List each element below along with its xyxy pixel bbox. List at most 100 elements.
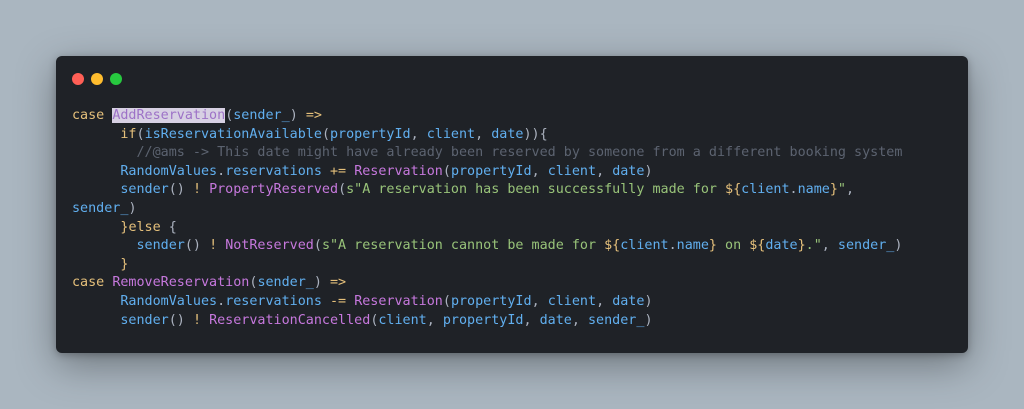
code-token: else (128, 219, 161, 235)
code-token: RandomValues (120, 293, 218, 309)
code-token: sender_ (257, 275, 314, 291)
code-token: ." (805, 238, 822, 254)
code-token: isReservationAvailable (144, 126, 322, 142)
code-token: sender_ (837, 238, 895, 254)
code-token: -= (330, 293, 347, 309)
code-token: , (845, 182, 855, 198)
code-token: s"A reservation cannot be made for (321, 238, 605, 254)
code-token: PropertyReserved (209, 182, 339, 198)
code-token: , (523, 312, 540, 328)
code-token: ) (289, 108, 306, 123)
code-token: propertyId (442, 312, 524, 328)
code-token: , (475, 126, 492, 142)
code-token: Reservation (354, 163, 443, 179)
code-token: client (426, 126, 476, 142)
code-token: () (168, 312, 193, 328)
code-token: , (426, 312, 443, 328)
minimize-dot-icon[interactable] (91, 73, 103, 85)
code-token: ( (442, 293, 451, 309)
code-token: client (378, 312, 427, 328)
code-token: ( (338, 182, 347, 198)
code-token: , (571, 312, 588, 328)
code-token: ) (644, 293, 653, 309)
code-token: . (668, 238, 677, 254)
code-block[interactable]: case AddReservation(sender_) => if(isRes… (72, 107, 902, 330)
code-token: date (612, 293, 645, 309)
code-token: += (330, 163, 347, 179)
code-token: ${ (604, 238, 621, 254)
code-token: name (676, 238, 709, 254)
code-line: RandomValues.reservations += Reservation… (72, 163, 902, 182)
code-token: case (72, 275, 113, 291)
code-token: reservations (225, 163, 322, 179)
code-token: } (797, 238, 806, 254)
code-token: date (612, 163, 645, 179)
code-token: ) (313, 275, 330, 291)
code-token: sender_ (233, 108, 290, 123)
code-token: sender (120, 182, 169, 198)
code-token: () (184, 238, 210, 254)
code-line: sender() ! NotReserved(s"A reservation c… (72, 237, 903, 256)
code-token: client (547, 163, 597, 179)
code-token: Reservation (354, 293, 443, 309)
code-token: name (797, 182, 830, 198)
code-token: ( (321, 126, 330, 142)
code-token: sender (136, 238, 185, 254)
code-token: s"A reservation has been successfully ma… (346, 182, 726, 198)
code-token: ( (313, 238, 322, 254)
code-token: reservations (225, 293, 322, 309)
code-token: , (821, 238, 838, 254)
code-token: ) (644, 312, 653, 328)
code-token: () (168, 182, 193, 198)
code-token: ReservationCancelled (209, 312, 371, 328)
code-token: . (217, 163, 226, 179)
code-token: } (120, 256, 129, 272)
code-token: )){ (523, 126, 548, 142)
code-token: case (72, 108, 113, 123)
code-token: AddReservation (112, 108, 226, 123)
code-token: " (837, 182, 846, 198)
code-token: client (741, 182, 790, 198)
code-token: client (547, 293, 597, 309)
code-token: sender_ (588, 312, 645, 328)
code-token: on (716, 238, 750, 254)
code-token: ! (209, 238, 218, 254)
code-token: => (305, 108, 322, 123)
code-token: date (765, 238, 798, 254)
code-line: case RemoveReservation(sender_) => (72, 274, 902, 293)
code-line: case AddReservation(sender_) => (72, 107, 902, 126)
code-token: => (330, 275, 347, 291)
code-token: ) (644, 163, 653, 179)
code-token: propertyId (330, 126, 411, 142)
code-token: ( (442, 163, 451, 179)
code-token: ) (894, 238, 903, 254)
code-token: ! (192, 312, 201, 328)
code-line: } (72, 256, 902, 275)
code-token: sender_ (72, 200, 129, 216)
code-line: sender() ! PropertyReserved(s"A reservat… (72, 181, 902, 200)
code-token: , (531, 163, 548, 179)
code-token: , (596, 293, 613, 309)
code-token: RemoveReservation (112, 275, 250, 291)
zoom-dot-icon[interactable] (110, 73, 122, 85)
close-dot-icon[interactable] (72, 73, 84, 85)
code-token: //@ams -> This date might have already b… (136, 145, 903, 161)
code-line: sender_) (72, 200, 902, 219)
code-token: , (531, 293, 548, 309)
window-controls (72, 73, 122, 85)
code-token: , (410, 126, 427, 142)
